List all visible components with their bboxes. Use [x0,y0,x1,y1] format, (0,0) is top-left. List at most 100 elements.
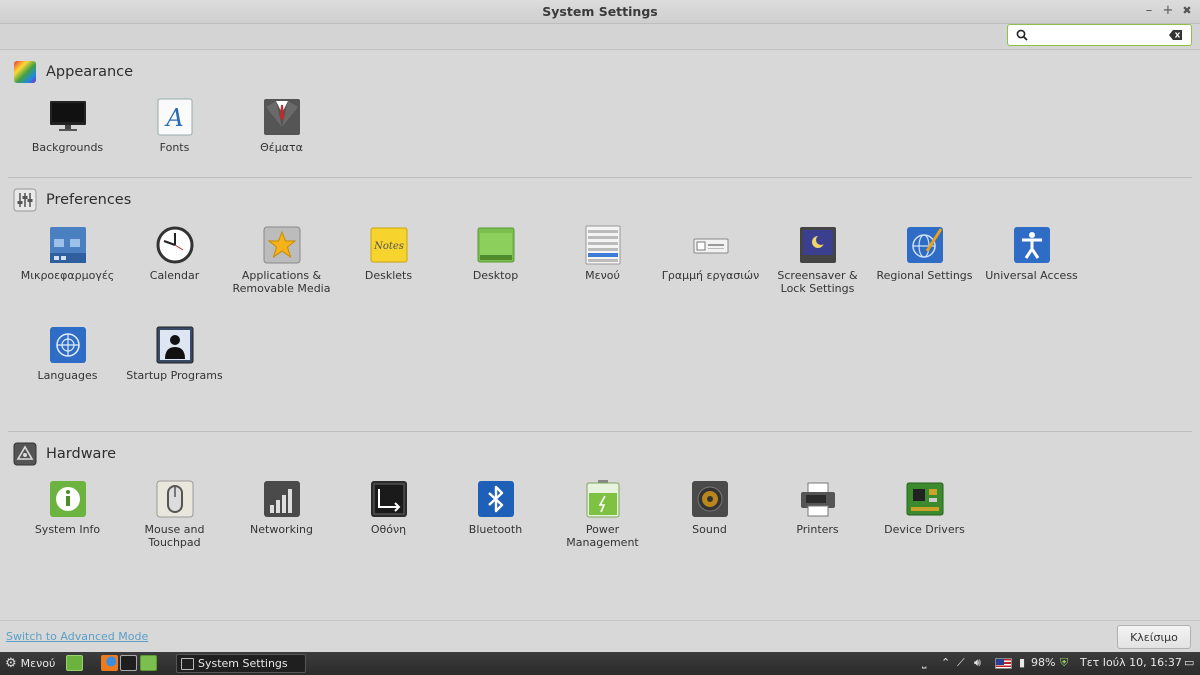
item-device-drivers[interactable]: Device Drivers [871,479,978,536]
advanced-mode-link[interactable]: Switch to Advanced Mode [6,630,148,643]
item-regional[interactable]: Regional Settings [871,225,978,282]
item-label: Regional Settings [876,269,973,282]
hardware-icon [13,442,37,466]
accessibility-icon [1013,227,1050,263]
applets-icon [49,227,86,263]
item-desktop[interactable]: Desktop [442,225,549,282]
taskbar: ⚙ Μενού System Settings ⎵ ⌃ ⟋ 🔊︎ ▮ 98% ⛨… [0,652,1200,675]
item-label: Applications & Removable Media [232,269,331,295]
section-title-hardware: Hardware [46,446,117,462]
preferences-icon [13,188,37,212]
search-box[interactable] [1007,24,1192,46]
clear-search-icon[interactable] [1169,29,1183,41]
item-bluetooth[interactable]: Bluetooth [442,479,549,536]
chevron-up-icon[interactable]: ⌃ [941,656,950,669]
clock-icon [156,226,193,264]
item-label: Bluetooth [468,523,523,536]
item-label: Sound [692,523,727,536]
item-power[interactable]: Power Management [549,479,656,549]
shield-icon[interactable]: ⛨ [1060,656,1068,670]
item-label: Μενού [585,269,620,282]
globe-pen-icon [906,227,943,263]
item-universal-access[interactable]: Universal Access [978,225,1085,282]
item-label: Calendar [149,269,200,282]
item-label: Universal Access [985,269,1078,282]
item-label: Οθόνη [370,523,407,536]
battery-percent: 98% [1031,656,1056,669]
folder-icon[interactable] [140,655,157,671]
toolbar [0,24,1200,50]
volume-icon[interactable]: 🔊︎ [974,656,981,670]
close-button[interactable]: Κλείσιμο [1117,625,1191,649]
item-sound[interactable]: Sound [656,479,763,536]
svg-text:A: A [164,104,183,132]
item-applications-media[interactable]: Applications & Removable Media [228,225,335,295]
printer-icon [800,482,835,517]
item-system-info[interactable]: System Info [14,479,121,536]
settings-window-icon [181,657,194,670]
item-label: Desklets [364,269,413,282]
item-startup[interactable]: Startup Programs [121,325,228,382]
mouse-icon [156,480,193,518]
item-label: Networking [250,523,313,536]
footer-bar: Switch to Advanced Mode Κλείσιμο [0,620,1200,652]
settings-content: Appearance Backgrounds A Fonts Θέματα Pr… [0,51,1200,620]
item-fonts[interactable]: A Fonts [121,97,228,154]
maximize-button[interactable]: + [1160,3,1176,18]
item-label: Μικροεφαρμογές [20,269,115,282]
languages-icon [49,327,86,363]
search-input[interactable] [1032,27,1162,43]
start-menu-button[interactable]: ⚙ Μενού [5,656,55,671]
item-printers[interactable]: Printers [764,479,871,536]
us-flag-icon[interactable] [995,658,1012,669]
display-icon [370,481,407,517]
item-menu[interactable]: Μενού [549,225,656,282]
item-calendar[interactable]: Calendar [121,225,228,282]
section-divider [8,431,1192,432]
item-applets[interactable]: Μικροεφαρμογές [14,225,121,282]
font-icon: A [157,98,192,136]
info-icon [49,481,86,517]
gear-icon: ⚙ [5,656,17,671]
item-label: Γραμμή εργασιών [661,269,760,282]
item-screensaver[interactable]: Screensaver & Lock Settings [764,225,871,295]
suit-icon [263,99,300,135]
item-label: Power Management [566,523,639,549]
item-desklets[interactable]: Notes Desklets [335,225,442,282]
item-label: Θέματα [260,141,303,154]
item-label: Backgrounds [31,141,104,154]
bluetooth-icon [477,481,514,517]
item-themes[interactable]: Θέματα [228,97,335,154]
taskbar-item-system-settings[interactable]: System Settings [176,654,306,673]
item-panel[interactable]: Γραμμή εργασιών [657,225,764,282]
item-label: Device Drivers [884,523,965,536]
battery-tray-icon[interactable]: ▮ [1019,656,1025,669]
item-label: System Info [34,523,101,536]
star-media-icon [263,226,300,264]
firefox-icon[interactable] [101,655,118,671]
search-icon [1016,29,1028,41]
minimize-button[interactable]: – [1141,3,1157,18]
item-backgrounds[interactable]: Backgrounds [14,97,121,154]
notifications-icon[interactable]: ▭ [1184,656,1194,669]
window-title: System Settings [542,4,658,19]
clock[interactable]: Τετ Ιούλ 10, 16:37 [1080,656,1182,669]
keyboard-icon[interactable]: ⎵ [922,656,926,670]
network-icon[interactable]: ⟋ [957,656,965,670]
title-bar: System Settings – + ✖ [0,0,1200,24]
task-label: System Settings [198,657,288,670]
item-mouse-touchpad[interactable]: Mouse and Touchpad [121,479,228,549]
item-languages[interactable]: Languages [14,325,121,382]
section-header-appearance: Appearance [13,59,133,85]
close-window-button[interactable]: ✖ [1179,4,1195,17]
item-display[interactable]: Οθόνη [335,479,442,536]
note-icon: Notes [370,227,407,263]
show-desktop-icon[interactable] [66,655,83,671]
panel-icon [693,238,728,254]
appearance-icon [14,61,36,83]
terminal-icon[interactable] [120,655,137,671]
startup-person-icon [156,326,193,364]
item-label: Startup Programs [126,369,223,382]
item-networking[interactable]: Networking [228,479,335,536]
item-label: Languages [37,369,98,382]
